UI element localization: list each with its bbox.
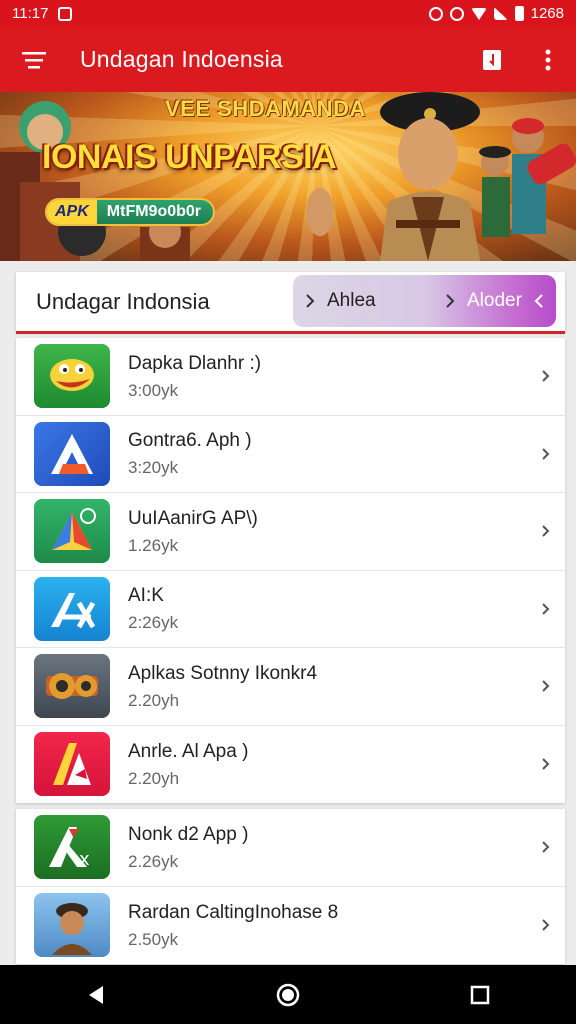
app-list-secondary: x Nonk d2 App ) 2.26yk Rardan CaltingIno… — [16, 809, 565, 964]
seg-label-right: Aloder — [467, 290, 522, 311]
list-item[interactable]: Anrle. Al Apa ) 2.20yh — [16, 726, 565, 804]
list-item[interactable]: Dapka Dlanhr :) 3:00yk — [16, 338, 565, 416]
app-size: 3:20yk — [128, 458, 179, 478]
app-size: 2.20yh — [128, 690, 180, 710]
app-store-a-icon — [34, 576, 110, 641]
app-name: Aplkas Sotnny Ikonkr4 — [128, 662, 318, 684]
home-button[interactable] — [258, 965, 318, 1024]
chevron-right-icon — [542, 919, 550, 931]
app-size: 3:00yk — [128, 380, 179, 400]
banner-headline: IONAIS UNPARSIA — [42, 138, 337, 176]
status-bar: 11:17 1268 — [0, 0, 576, 27]
app-size: 2:26yk — [128, 613, 179, 633]
app-size: 2.26yk — [128, 851, 179, 871]
pill-text: MtFM9o0b0r — [106, 203, 202, 220]
wifi-icon — [470, 7, 487, 20]
list-item[interactable]: UuIAanirG AP\) 1.26yk — [16, 493, 565, 571]
hamburger-icon — [22, 51, 46, 68]
home-icon — [276, 983, 300, 1006]
app-name: AI:K — [128, 585, 164, 607]
list-item[interactable]: x Nonk d2 App ) 2.26yk — [16, 809, 565, 887]
seg-button-aloder[interactable]: Aloder — [433, 275, 522, 327]
chevron-right-icon — [542, 758, 550, 770]
bookmark-icon — [483, 49, 501, 70]
chevron-right-icon — [306, 294, 315, 308]
app-name: Rardan CaltingInohase 8 — [128, 901, 339, 923]
signal-icon — [493, 7, 508, 20]
app-size: 1.26yk — [128, 535, 179, 555]
app-name: Anrle. Al Apa ) — [128, 740, 249, 762]
recents-icon — [470, 985, 490, 1004]
chevron-left-icon[interactable] — [534, 293, 544, 309]
app-bar: Undagan Indoensia — [0, 27, 576, 92]
recents-button[interactable] — [450, 965, 510, 1024]
battery-level: 1268 — [530, 5, 564, 22]
portrait-icon — [34, 893, 110, 958]
list-item[interactable]: Rardan CaltingInohase 8 2.50yk — [16, 887, 565, 965]
list-item[interactable]: Aplkas Sotnny Ikonkr4 2.20yh — [16, 648, 565, 726]
system-nav-bar — [0, 965, 576, 1024]
chevron-right-icon — [542, 525, 550, 537]
sync-icon — [428, 6, 443, 21]
chevron-right-icon — [542, 448, 550, 460]
back-button[interactable] — [66, 965, 126, 1024]
chevron-right-icon — [446, 294, 455, 308]
vpn-icon — [449, 6, 464, 21]
film-reel-icon — [34, 654, 110, 719]
chevron-right-icon — [542, 603, 550, 615]
list-item[interactable]: Gontra6. Aph ) 3:20yk — [16, 416, 565, 493]
app-size: 2.50yk — [128, 929, 179, 949]
app-name: Nonk d2 App ) — [128, 823, 249, 845]
menu-button[interactable] — [0, 27, 70, 92]
app-list: Dapka Dlanhr :) 3:00yk Gontra6. Aph ) 3:… — [16, 338, 565, 803]
more-options-button[interactable] — [520, 27, 576, 92]
app-title: Undagan Indoensia — [80, 46, 283, 72]
section-header-card: Undagar Indonsia Ahlea Aloder — [16, 272, 565, 334]
chevron-right-icon — [542, 841, 550, 853]
gallery-notification-icon — [58, 6, 73, 21]
back-icon — [89, 985, 103, 1004]
app-name: Gontra6. Aph ) — [128, 430, 252, 452]
banner-apk-pill[interactable]: APK MtFM9o0b0r — [45, 198, 216, 226]
seg-label-left: Ahlea — [327, 290, 376, 311]
app-name: UuIAanirG AP\) — [128, 507, 258, 529]
chevron-right-icon — [542, 680, 550, 692]
segment-control: Ahlea Aloder — [293, 275, 556, 327]
bookmark-button[interactable] — [464, 27, 520, 92]
apk-tag: APK — [47, 200, 97, 224]
section-title: Undagar Indonsia — [36, 289, 210, 314]
happy-bird-icon — [34, 344, 110, 409]
stylized-a-icon — [34, 732, 110, 797]
green-a-icon: x — [34, 815, 110, 880]
clock: 11:17 — [12, 5, 49, 22]
app-size: 2.20yh — [128, 768, 180, 788]
battery-icon — [514, 6, 524, 21]
seg-button-ahlea[interactable]: Ahlea — [293, 275, 376, 327]
svg-text:x: x — [79, 849, 90, 870]
list-item[interactable]: AI:K 2:26yk — [16, 571, 565, 648]
letter-a-icon — [34, 421, 110, 486]
promo-banner[interactable]: VEE SHDAMANDA IONAIS UNPARSIA — [0, 92, 576, 261]
app-name: Dapka Dlanhr :) — [128, 352, 262, 374]
paper-plane-icon — [34, 499, 110, 564]
banner-top-text: VEE SHDAMANDA — [165, 96, 366, 121]
chevron-right-icon — [542, 370, 550, 382]
more-vert-icon — [545, 49, 551, 70]
